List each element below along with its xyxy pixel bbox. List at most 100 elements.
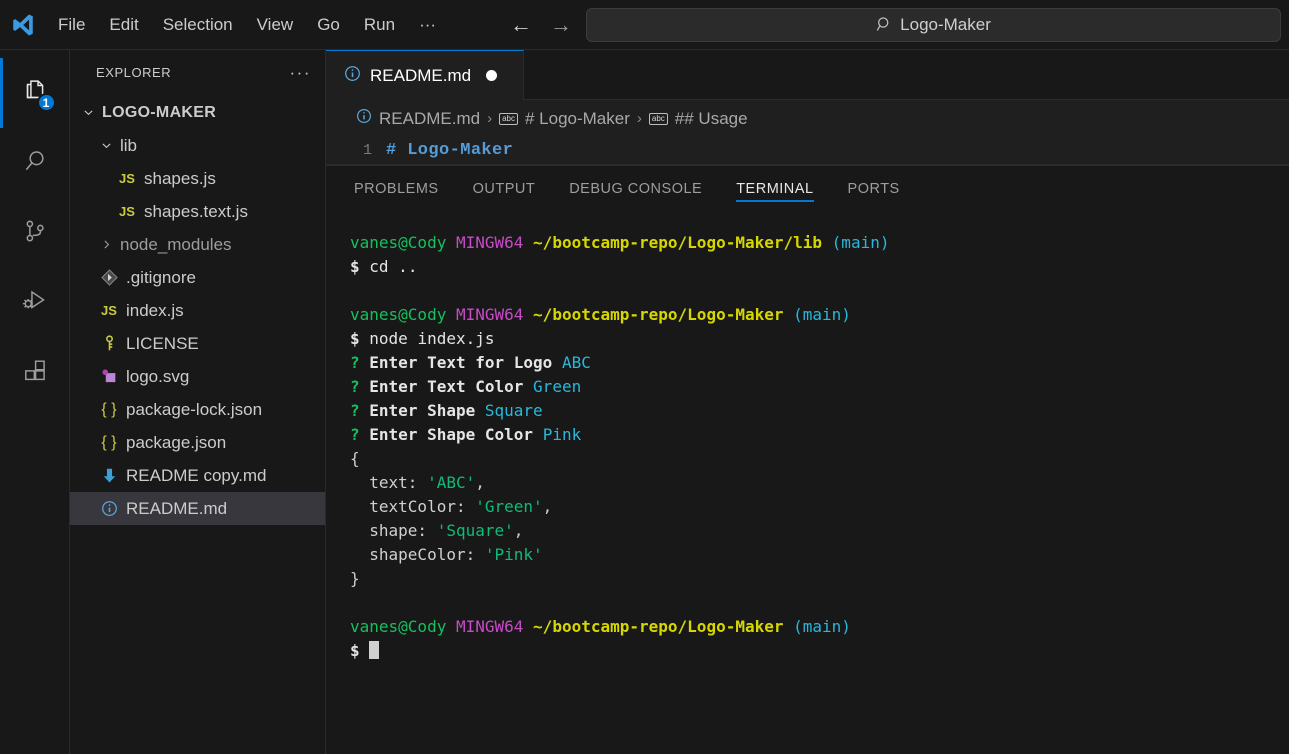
tree-item-readme-md[interactable]: README.md — [70, 492, 325, 525]
breadcrumb-part-heading-2[interactable]: ## Usage — [675, 109, 748, 129]
tree-item-label: lib — [120, 135, 138, 155]
terminal-line: ? Enter Shape Color Pink — [350, 423, 1289, 447]
arrow-right-icon[interactable]: → — [550, 13, 572, 36]
tab-output[interactable]: OUTPUT — [473, 166, 536, 211]
menu-edit[interactable]: Edit — [97, 11, 150, 39]
activity-item-explorer[interactable]: 1 — [0, 58, 70, 128]
js-file-icon: JS — [101, 303, 117, 318]
info-file-icon — [344, 65, 361, 87]
tab-debug-console[interactable]: DEBUG CONSOLE — [569, 166, 702, 211]
terminal-object-key: shape: — [369, 521, 428, 540]
arrow-left-icon[interactable]: ← — [510, 13, 532, 36]
tab-problems[interactable]: PROBLEMS — [354, 166, 439, 211]
terminal-brace: { — [350, 449, 360, 468]
breadcrumb-part-file[interactable]: README.md — [379, 109, 480, 129]
unsaved-dot-icon[interactable] — [486, 70, 498, 81]
terminal-line: { — [350, 447, 1289, 471]
terminal-answer: Pink — [542, 425, 582, 444]
menu-view[interactable]: View — [245, 11, 306, 39]
navigation-arrows: ← → — [510, 13, 572, 36]
terminal-line: text: 'ABC', — [350, 471, 1289, 495]
tree-item-index-js[interactable]: JS index.js — [70, 294, 325, 327]
tree-item-node-modules[interactable]: node_modules — [70, 228, 325, 261]
terminal-command: node index.js — [369, 329, 495, 348]
tab-readme-md[interactable]: README.md — [326, 50, 524, 100]
activity-bar: 1 — [0, 50, 70, 754]
tree-item-license[interactable]: LICENSE — [70, 327, 325, 360]
bottom-panel: PROBLEMS OUTPUT DEBUG CONSOLE TERMINAL P… — [326, 165, 1289, 754]
tree-item-shapes-text-js[interactable]: JS shapes.text.js — [70, 195, 325, 228]
terminal-shell: MINGW64 — [455, 617, 524, 636]
tree-item-label: shapes.js — [144, 168, 216, 188]
terminal-path: ~/bootcamp-repo/Logo-Maker — [533, 617, 784, 636]
js-file-icon: JS — [119, 171, 135, 186]
menu-selection[interactable]: Selection — [151, 11, 245, 39]
terminal-object-value: 'Square' — [436, 521, 514, 540]
json-file-icon: { } — [101, 433, 117, 451]
tab-bar-filler — [524, 50, 1289, 100]
terminal-line: vanes@Cody MINGW64 ~/bootcamp-repo/Logo-… — [350, 615, 1289, 639]
terminal-question-mark: ? — [350, 425, 360, 444]
tree-root-logo-maker[interactable]: LOGO-MAKER — [70, 96, 325, 129]
terminal-line: textColor: 'Green', — [350, 495, 1289, 519]
run-debug-icon — [21, 287, 49, 320]
tree-item-shapes-js[interactable]: JS shapes.js — [70, 162, 325, 195]
tree-item-package-lock-json[interactable]: { } package-lock.json — [70, 393, 325, 426]
menu-run[interactable]: Run — [352, 11, 407, 39]
tab-ports[interactable]: PORTS — [848, 166, 900, 211]
terminal-brace: } — [350, 569, 360, 588]
explorer-title: EXPLORER — [96, 64, 172, 80]
activity-item-source-control[interactable] — [0, 198, 70, 268]
tree-item-label: LICENSE — [126, 333, 199, 353]
chevron-right-icon: › — [636, 110, 642, 127]
terminal-object-key: shapeColor: — [369, 545, 476, 564]
terminal-comma: , — [542, 497, 553, 516]
chevron-down-icon — [96, 139, 116, 152]
terminal-line: vanes@Cody MINGW64 ~/bootcamp-repo/Logo-… — [350, 303, 1289, 327]
menu-more-icon[interactable]: ··· — [407, 11, 448, 39]
activity-item-search[interactable] — [0, 128, 70, 198]
extensions-icon — [21, 357, 49, 390]
menu-file[interactable]: File — [46, 11, 97, 39]
terminal-branch: (main) — [793, 617, 851, 636]
command-center[interactable]: Logo-Maker — [586, 7, 1281, 42]
tree-item-logo-svg[interactable]: logo.svg — [70, 360, 325, 393]
explorer-header: EXPLORER ··· — [70, 50, 325, 94]
terminal-answer: ABC — [561, 353, 591, 372]
activity-item-run-and-debug[interactable] — [0, 268, 70, 338]
title-bar: File Edit Selection View Go Run ··· ← → … — [0, 0, 1289, 50]
tree-root-label: LOGO-MAKER — [102, 103, 217, 121]
ellipsis-icon[interactable]: ··· — [290, 64, 311, 81]
terminal-object-key: text: — [369, 473, 418, 492]
source-control-icon — [21, 217, 49, 250]
tree-item-gitignore[interactable]: .gitignore — [70, 261, 325, 294]
terminal-sigil: $ — [350, 257, 360, 276]
explorer-sidebar: EXPLORER ··· LOGO-MAKER lib JS shapes.js… — [70, 50, 326, 754]
explorer-badge-count: 1 — [36, 93, 56, 112]
tree-item-label: package.json — [126, 432, 227, 452]
terminal-user: vanes@Cody — [350, 233, 447, 252]
tree-item-label: logo.svg — [126, 366, 190, 386]
tab-terminal[interactable]: TERMINAL — [736, 166, 814, 211]
terminal-line: ? Enter Shape Square — [350, 399, 1289, 423]
activity-item-extensions[interactable] — [0, 338, 70, 408]
line-number: 1 — [362, 142, 372, 159]
terminal-question-label: Enter Shape — [369, 401, 476, 420]
terminal-shell: MINGW64 — [455, 305, 524, 324]
terminal-line: $ node index.js — [350, 327, 1289, 351]
search-icon — [876, 16, 893, 33]
tree-item-readme-copy-md[interactable]: README copy.md — [70, 459, 325, 492]
tree-item-lib[interactable]: lib — [70, 129, 325, 162]
editor-code-line[interactable]: 1 # Logo-Maker — [326, 137, 1289, 165]
git-file-icon — [96, 269, 122, 286]
terminal-line: $ cd .. — [350, 255, 1289, 279]
breadcrumb-part-heading-1[interactable]: # Logo-Maker — [525, 109, 630, 129]
terminal-output[interactable]: vanes@Cody MINGW64 ~/bootcamp-repo/Logo-… — [326, 211, 1289, 754]
menu-go[interactable]: Go — [305, 11, 352, 39]
tree-item-package-json[interactable]: { } package.json — [70, 426, 325, 459]
terminal-object-key: textColor: — [369, 497, 466, 516]
tree-item-label: package-lock.json — [126, 399, 263, 419]
terminal-branch: (main) — [831, 233, 890, 252]
